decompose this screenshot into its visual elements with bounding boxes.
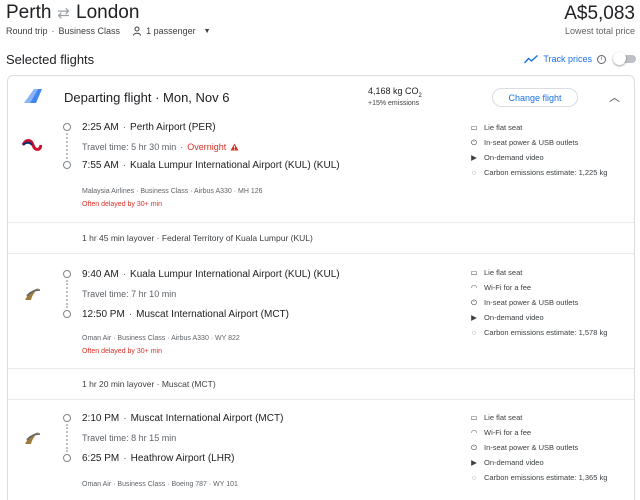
origin-city: Perth (6, 2, 52, 23)
amenity-power: ⏻ In-seat power & USB outlets (469, 137, 578, 148)
power-plug-icon: ⏻ (471, 442, 477, 452)
departure-row: 2:10 PM · Muscat International Airport (MC… (82, 413, 284, 424)
layover-1: 1 hr 45 min layover · Federal Territory … (8, 222, 634, 254)
price-note: Lowest total price (564, 26, 635, 36)
travel-time: Travel time: 8 hr 15 min (82, 433, 177, 443)
warning-icon (230, 143, 239, 151)
departure-dot-icon (63, 123, 71, 131)
arrival-dot-icon (63, 310, 71, 318)
amenity-emissions: ◌ Carbon emissions estimate: 1,225 kg (469, 168, 608, 177)
trip-type[interactable]: Round trip (6, 26, 48, 36)
amenity-video: ▶ On-demand video (469, 153, 544, 162)
amenity-wifi: ◠ Wi-Fi for a fee (470, 283, 532, 292)
arrival-row: 7:55 AM · Kuala Lumpur International Airpo… (82, 160, 340, 171)
overnight-label: Overnight (187, 142, 227, 152)
arrival-row: 6:25 PM · Heathrow Airport (LHR) (82, 453, 235, 464)
departing-flight-card: Departing flight · Mon, Nov 6 4,168 kg C… (7, 75, 635, 500)
seat-icon: ▭ (470, 268, 478, 277)
flight-segment-1: 2:25 AM · Perth Airport (PER) Travel time:… (8, 118, 634, 222)
person-icon (133, 26, 142, 36)
amenity-power: ⏻ In-seat power & USB outlets (469, 297, 578, 308)
delay-warning: Often delayed by 30+ min (82, 348, 162, 355)
arrival-row: 12:50 PM · Muscat International Airport (M… (82, 309, 289, 320)
power-plug-icon: ⏻ (471, 137, 477, 147)
wifi-icon: ◠ (470, 428, 478, 437)
co2-icon: ◌ (471, 168, 477, 177)
amenity-emissions: ◌ Carbon emissions estimate: 1,578 kg (469, 328, 608, 337)
track-prices[interactable]: Track prices i (524, 54, 606, 64)
flight-details: Malaysia Airlines · Business Class · Air… (82, 188, 263, 195)
amenity-wifi: ◠ Wi-Fi for a fee (470, 428, 532, 437)
arrival-dot-icon (63, 161, 71, 169)
selected-flights-title: Selected flights (6, 52, 95, 67)
oman-air-logo-icon (25, 432, 41, 444)
amenity-emissions: ◌ Carbon emissions estimate: 1,365 kg (469, 473, 608, 482)
delay-warning: Often delayed by 30+ min (82, 201, 162, 208)
flight-segment-2: 9:40 AM · Kuala Lumpur International Airpo… (8, 262, 634, 368)
seat-icon: ▭ (470, 413, 478, 422)
departure-dot-icon (63, 270, 71, 278)
co2-icon: ◌ (471, 473, 477, 482)
destination-city: London (76, 2, 140, 23)
total-price: A$5,083 (564, 3, 635, 24)
route-title: Perth ⇄ London (6, 2, 139, 24)
flight-segment-3: 2:10 PM · Muscat International Airport (MC… (8, 408, 634, 500)
seat-icon: ▭ (470, 123, 478, 132)
travel-time: Travel time: 7 hr 10 min (82, 289, 177, 299)
video-icon: ▶ (471, 458, 477, 467)
departure-dot-icon (63, 414, 71, 422)
amenity-video: ▶ On-demand video (469, 458, 544, 467)
video-icon: ▶ (471, 313, 477, 322)
passenger-count[interactable]: 1 passenger (146, 26, 196, 36)
departure-row: 9:40 AM · Kuala Lumpur International Airpo… (82, 269, 340, 280)
cabin-class[interactable]: Business Class (59, 26, 121, 36)
power-plug-icon: ⏻ (471, 297, 477, 307)
departure-row: 2:25 AM · Perth Airport (PER) (82, 122, 216, 133)
travel-time: Travel time: 5 hr 30 min · Overnight (82, 142, 239, 152)
track-prices-toggle[interactable] (613, 52, 636, 65)
amenity-video: ▶ On-demand video (469, 313, 544, 322)
oman-air-logo-icon (25, 288, 41, 300)
wifi-icon: ◠ (470, 283, 478, 292)
swap-arrows-icon: ⇄ (57, 5, 70, 22)
layover-2: 1 hr 20 min layover · Muscat (MCT) (8, 368, 634, 400)
amenity-lie-flat: ▭ Lie flat seat (470, 413, 523, 422)
chevron-up-icon[interactable]: ︿ (609, 89, 620, 105)
amenity-power: ⏻ In-seat power & USB outlets (469, 442, 578, 453)
trip-header: Perth ⇄ London Round trip · Business Cla… (0, 0, 640, 44)
departing-title: Departing flight · Mon, Nov 6 (64, 90, 230, 105)
departing-date: Mon, Nov 6 (163, 90, 230, 105)
emissions-note: +15% emissions (368, 100, 420, 107)
amenity-lie-flat: ▭ Lie flat seat (470, 123, 523, 132)
multi-airline-icon (24, 89, 42, 103)
chevron-down-icon[interactable]: ▼ (204, 28, 211, 35)
trend-icon (524, 54, 539, 63)
info-icon[interactable]: i (597, 54, 606, 64)
flight-details: Oman Air · Business Class · Boeing 787 ·… (82, 481, 238, 488)
card-header[interactable]: Departing flight · Mon, Nov 6 4,168 kg C… (8, 76, 634, 118)
change-flight-button[interactable]: Change flight (492, 88, 578, 107)
co2-estimate: 4,168 kg CO2 (368, 86, 422, 99)
track-prices-label: Track prices (543, 54, 592, 64)
arrival-dot-icon (63, 454, 71, 462)
flight-details: Oman Air · Business Class · Airbus A330 … (82, 335, 240, 342)
malaysia-airlines-logo-icon (22, 139, 42, 151)
trip-options: Round trip · Business Class 1 passenger … (6, 26, 211, 36)
co2-icon: ◌ (471, 328, 477, 337)
amenity-lie-flat: ▭ Lie flat seat (470, 268, 523, 277)
video-icon: ▶ (471, 153, 477, 162)
